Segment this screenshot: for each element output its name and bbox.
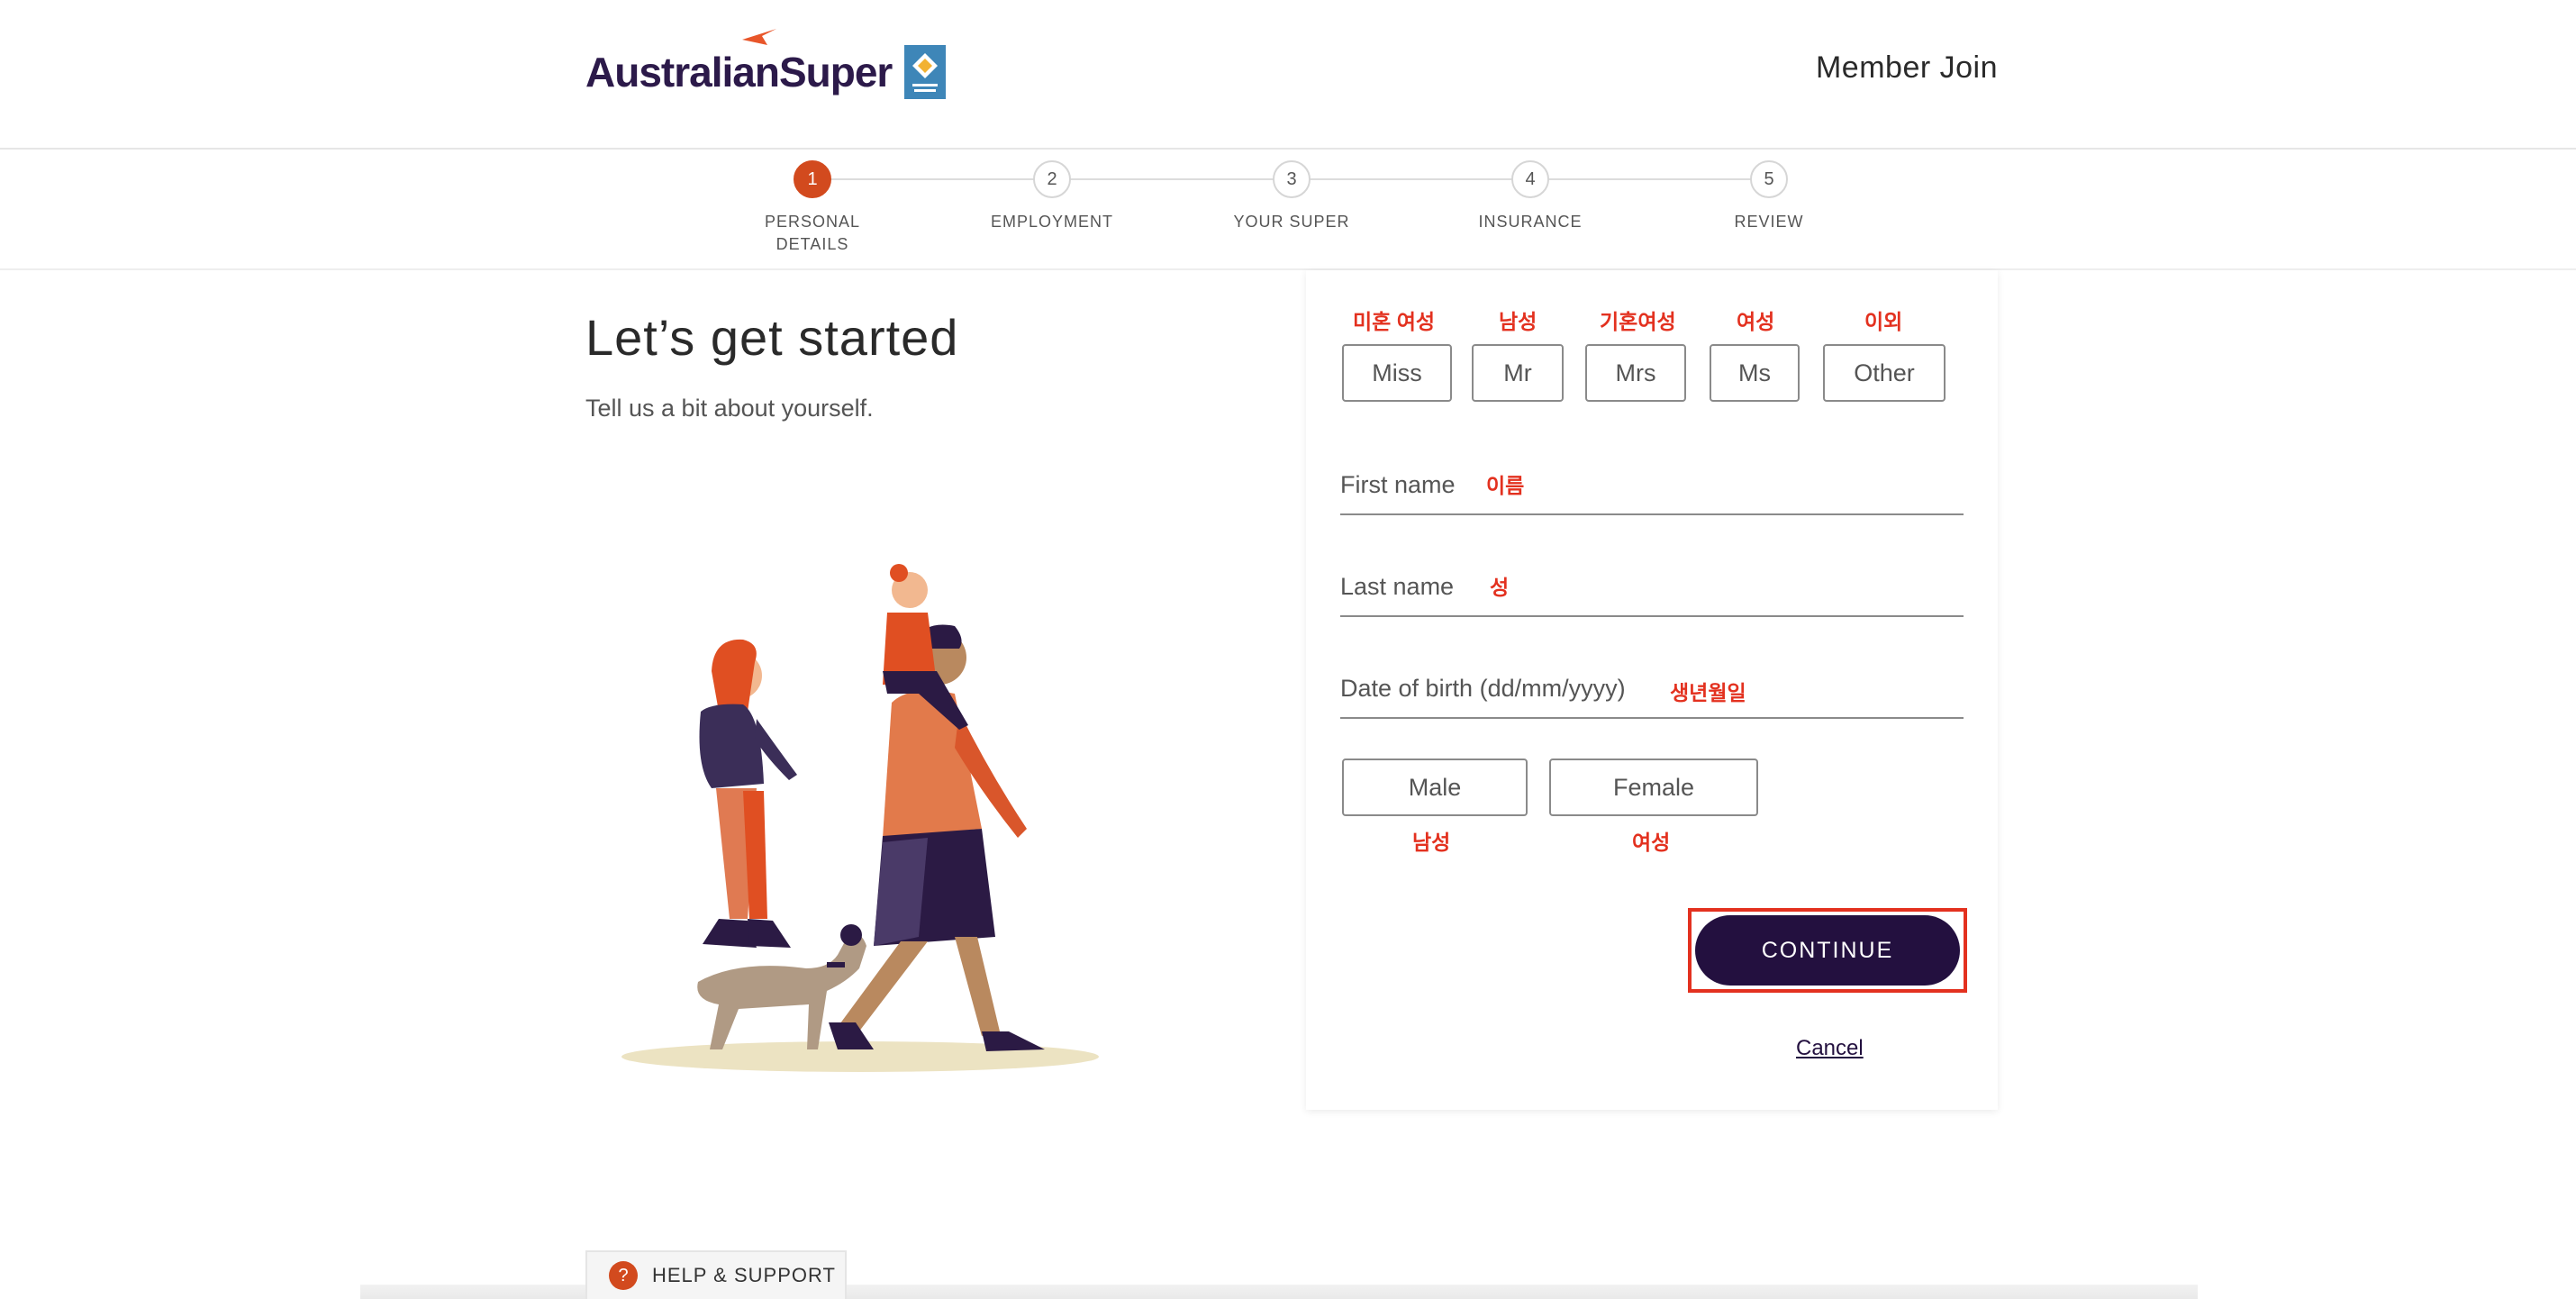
first-name-field[interactable]: First name 이름	[1340, 443, 1964, 515]
step-number: 4	[1511, 160, 1549, 198]
gender-male-button[interactable]: Male	[1342, 759, 1528, 816]
title-ms-button[interactable]: Ms	[1710, 344, 1800, 402]
annotation-mrs: 기혼여성	[1600, 310, 1676, 333]
page-title: Let’s get started	[585, 309, 959, 366]
title-miss-button[interactable]: Miss	[1342, 344, 1452, 402]
step-insurance: 4 INSURANCE	[1422, 160, 1638, 233]
step-label: PERSONAL DETAILS	[704, 211, 921, 256]
industry-fund-badge-icon	[904, 45, 947, 99]
step-number: 3	[1273, 160, 1311, 198]
cancel-link[interactable]: Cancel	[1796, 1036, 1864, 1061]
title-mr-button[interactable]: Mr	[1472, 344, 1564, 402]
last-name-label: Last name	[1340, 573, 1455, 600]
annotation-ms: 여성	[1737, 310, 1775, 333]
step-employment: 2 EMPLOYMENT	[944, 160, 1160, 233]
step-label: INSURANCE	[1478, 213, 1583, 231]
family-walking-illustration	[621, 564, 1099, 1072]
logo-swoosh-icon	[742, 29, 776, 45]
last-name-field[interactable]: Last name 성	[1340, 545, 1964, 617]
step-personal-details: 1 PERSONAL DETAILS	[704, 160, 921, 256]
continue-button[interactable]: CONTINUE	[1695, 915, 1960, 986]
annotation-male: 남성	[1412, 831, 1451, 854]
annotation-other: 이외	[1864, 310, 1903, 333]
step-number: 1	[794, 160, 831, 198]
title-mrs-button[interactable]: Mrs	[1585, 344, 1686, 402]
header: AustralianSuper Member Join	[0, 0, 2576, 150]
step-label-line-2: DETAILS	[776, 235, 849, 253]
first-name-label: First name	[1340, 471, 1456, 498]
progress-stepper: 1 PERSONAL DETAILS 2 EMPLOYMENT 3 YOUR S…	[0, 150, 2576, 270]
annotation-female: 여성	[1632, 831, 1671, 854]
step-label: YOUR SUPER	[1233, 213, 1350, 231]
step-label: REVIEW	[1734, 213, 1804, 231]
page-subtitle: Tell us a bit about yourself.	[585, 395, 874, 422]
personal-details-form: 미혼 여성 남성 기혼여성 여성 이외 Miss Mr Mrs Ms Other…	[1306, 270, 1998, 1110]
logo-text: AustralianSuper	[585, 49, 893, 95]
annotation-first-name: 이름	[1486, 474, 1525, 497]
step-review: 5 REVIEW	[1661, 160, 1877, 233]
annotation-miss: 미혼 여성	[1353, 310, 1436, 333]
step-number: 2	[1033, 160, 1071, 198]
step-number: 5	[1750, 160, 1788, 198]
annotation-date-of-birth: 생년월일	[1670, 681, 1746, 704]
date-of-birth-label: Date of birth (dd/mm/yyyy)	[1340, 675, 1626, 702]
title-other-button[interactable]: Other	[1823, 344, 1946, 402]
australiansuper-logo[interactable]: AustralianSuper	[585, 29, 947, 101]
step-label-line-1: PERSONAL	[764, 213, 861, 231]
help-question-icon: ?	[609, 1261, 638, 1290]
step-your-super: 3 YOUR SUPER	[1184, 160, 1400, 233]
page-header-title: Member Join	[1815, 50, 1998, 85]
annotation-last-name: 성	[1490, 576, 1510, 599]
continue-highlight-box: CONTINUE	[1688, 908, 1967, 993]
step-label: EMPLOYMENT	[990, 213, 1114, 231]
help-support-tab[interactable]: ? HELP & SUPPORT	[585, 1250, 847, 1299]
annotation-mr: 남성	[1499, 310, 1537, 333]
date-of-birth-field[interactable]: Date of birth (dd/mm/yyyy) 생년월일	[1340, 647, 1964, 719]
gender-female-button[interactable]: Female	[1549, 759, 1758, 816]
help-support-label: HELP & SUPPORT	[652, 1264, 836, 1286]
